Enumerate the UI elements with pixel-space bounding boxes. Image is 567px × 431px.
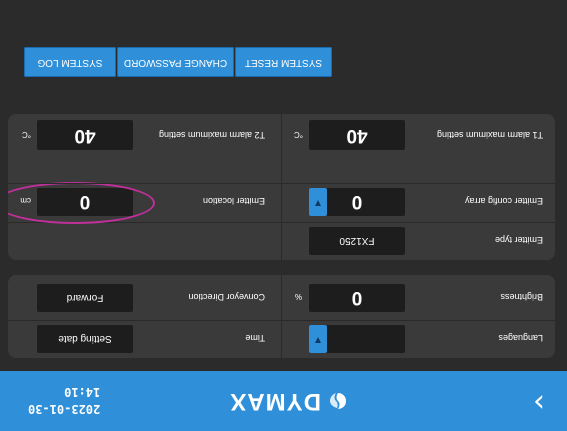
emitter-type-value: FX1250 — [339, 235, 375, 246]
conveyor-direction-select[interactable]: Forward — [37, 284, 133, 312]
change-password-button[interactable]: CHANGE PASSWORD — [117, 47, 234, 77]
brightness-unit: % — [294, 292, 302, 301]
datetime-display: 2023-01-30 14:10 — [28, 383, 100, 417]
chevron-down-icon — [315, 337, 321, 343]
t1-alarm-unit: °C — [294, 130, 303, 139]
emitter-type-label: Emitter type — [494, 235, 543, 245]
brand-logo: DYMAX — [229, 386, 349, 416]
system-log-button[interactable]: SYSTEM LOG — [24, 47, 116, 77]
brand-name: DYMAX — [229, 388, 321, 415]
emitter-config-label: Emitter config array — [464, 196, 543, 206]
dymax-logo-icon — [330, 393, 346, 409]
brightness-label: Brightness — [500, 292, 543, 302]
emitter-location-label: Emitter location — [202, 196, 265, 206]
t1-alarm-value: 40 — [346, 125, 368, 146]
emitter-config-dropdown-button[interactable] — [309, 188, 327, 216]
chevron-down-icon — [315, 200, 321, 206]
emitter-type-select[interactable]: FX1250 — [309, 227, 405, 255]
time-setting-value: Setting date — [58, 333, 112, 344]
t1-alarm-label: T1 alarm maximum setting — [436, 130, 543, 140]
t1-alarm-input[interactable]: 40 — [309, 120, 405, 150]
t2-alarm-label: T2 alarm maximum setting — [158, 130, 265, 140]
highlight-annotation — [8, 182, 155, 224]
general-settings-panel: Languages Time Setting date Brightness 0… — [8, 275, 555, 358]
time-setting-button[interactable]: Setting date — [37, 325, 133, 353]
t2-alarm-value: 40 — [74, 125, 96, 146]
date-text: 2023-01-30 — [28, 402, 101, 416]
settings-screen: › DYMAX 2023-01-30 14:10 Languages Time … — [0, 0, 567, 431]
t2-alarm-unit: °C — [22, 130, 31, 139]
conveyor-direction-label: Conveyor Direction — [188, 292, 265, 302]
header-bar: › DYMAX 2023-01-30 14:10 — [0, 371, 567, 431]
time-text: 14:10 — [64, 385, 101, 399]
languages-label: Languages — [498, 333, 543, 343]
conveyor-direction-value: Forward — [66, 292, 104, 303]
languages-dropdown-button[interactable] — [309, 325, 327, 353]
back-chevron-icon[interactable]: › — [517, 385, 545, 420]
time-label: Time — [245, 333, 265, 343]
system-reset-button[interactable]: SYSTEM RESET — [235, 47, 332, 77]
brightness-value: 0 — [351, 287, 363, 308]
alarm-settings-panel: T1 alarm maximum setting 40 °C T2 alarm … — [8, 114, 555, 154]
brightness-input[interactable]: 0 — [309, 284, 405, 312]
t2-alarm-input[interactable]: 40 — [37, 120, 133, 150]
